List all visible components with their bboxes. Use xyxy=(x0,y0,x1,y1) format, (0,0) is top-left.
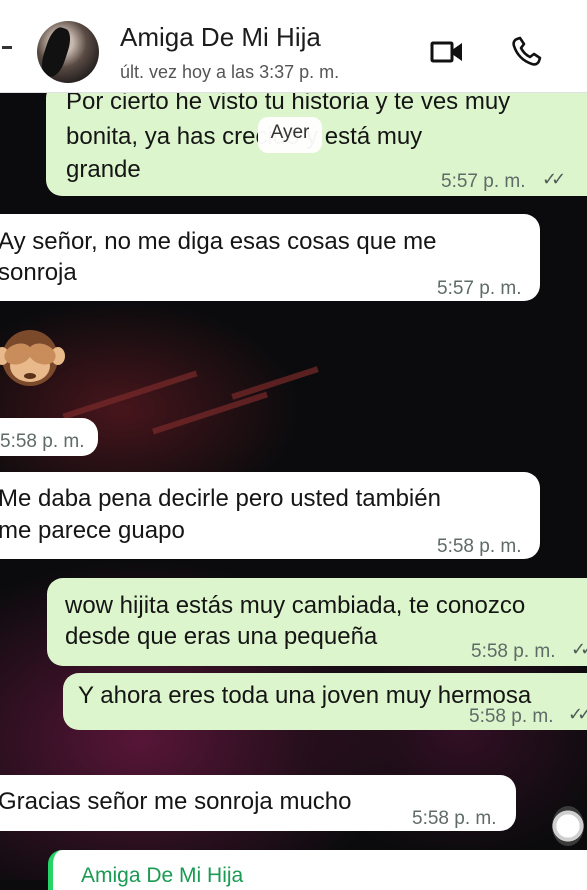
back-icon[interactable] xyxy=(2,46,12,49)
reply-preview[interactable]: Amiga De Mi Hija xyxy=(48,850,587,890)
reply-preview-name: Amiga De Mi Hija xyxy=(81,864,244,887)
date-separator: Ayer xyxy=(258,117,322,153)
message-time: 5:57 p. m. xyxy=(437,278,522,299)
message-bubble-incoming[interactable]: Ay señor, no me diga esas cosas que me s… xyxy=(0,214,540,301)
message-time: 5:58 p. m. xyxy=(437,536,522,557)
message-text-line: grande xyxy=(66,156,141,183)
read-ticks-icon: ✓✓ xyxy=(542,169,566,189)
message-bubble-incoming[interactable]: Me daba pena decirle pero usted también … xyxy=(0,472,540,559)
phone-call-icon[interactable] xyxy=(510,36,542,68)
message-text-line: bonita, ya has crecido y está muy xyxy=(66,123,423,150)
avatar[interactable] xyxy=(37,21,99,83)
message-bubble-outgoing[interactable]: wow hijita estás muy cambiada, te conozc… xyxy=(47,578,587,666)
last-seen-status: últ. vez hoy a las 3:37 p. m. xyxy=(120,62,340,82)
message-time: 5:58 p. m. xyxy=(471,641,556,662)
message-text-line: me parece guapo xyxy=(0,517,185,544)
video-call-icon[interactable] xyxy=(430,40,464,64)
message-time: 5:58 p. m. xyxy=(412,808,497,829)
message-text-line: Ay señor, no me diga esas cosas que me xyxy=(0,228,437,255)
message-time: 5:57 p. m. xyxy=(441,171,526,192)
message-text-line: Gracias señor me sonroja mucho xyxy=(0,788,352,815)
read-ticks-icon: ✓✓ xyxy=(568,704,587,724)
message-bubble-incoming[interactable]: Gracias señor me sonroja mucho 5:58 p. m… xyxy=(0,775,516,831)
message-time-bubble[interactable]: 5:58 p. m. xyxy=(0,418,98,456)
see-no-evil-monkey-icon[interactable] xyxy=(0,320,66,392)
message-time: 5:58 p. m. xyxy=(469,706,554,727)
message-text-line: desde que eras una pequeña xyxy=(65,623,378,650)
scroll-to-bottom-button[interactable] xyxy=(552,806,584,846)
message-text-line: sonroja xyxy=(0,259,77,286)
message-bubble-outgoing[interactable]: Y ahora eres toda una joven muy hermosa … xyxy=(63,673,587,730)
message-text-line: Y ahora eres toda una joven muy hermosa xyxy=(78,682,532,709)
read-ticks-icon: ✓✓ xyxy=(571,639,587,659)
chat-header: Amiga De Mi Hija últ. vez hoy a las 3:37… xyxy=(0,0,587,93)
contact-name[interactable]: Amiga De Mi Hija xyxy=(120,22,321,53)
message-time: 5:58 p. m. xyxy=(0,431,85,452)
message-text-line: wow hijita estás muy cambiada, te conozc… xyxy=(65,592,526,619)
message-text-line: Me daba pena decirle pero usted también xyxy=(0,485,441,512)
